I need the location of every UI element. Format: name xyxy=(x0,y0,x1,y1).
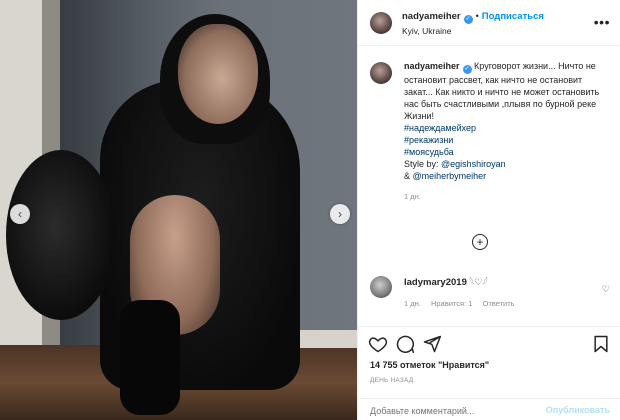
publish-button[interactable]: Опубликовать xyxy=(546,405,610,415)
caption-author-avatar[interactable] xyxy=(370,62,392,84)
commenter-avatar[interactable] xyxy=(370,276,392,298)
post-header: nadyameiher ✓ • Подписаться Kyiv, Ukraine •… xyxy=(358,0,620,46)
next-photo-button[interactable]: › xyxy=(330,204,350,224)
author-avatar[interactable] xyxy=(370,11,392,34)
post-location[interactable]: Kyiv, Ukraine xyxy=(402,24,544,38)
author-info: nadyameiher ✓ • Подписаться Kyiv, Ukraine xyxy=(402,8,544,38)
hashtag-link[interactable]: #надеждамейхер xyxy=(404,122,608,134)
mention-link[interactable]: @meiherbymeiher xyxy=(413,171,487,181)
plus-circle-icon[interactable]: + xyxy=(472,234,488,250)
ampersand-text: & xyxy=(404,171,413,181)
photo-hat xyxy=(6,150,116,320)
chevron-left-icon: ‹ xyxy=(18,207,22,221)
heart-icon[interactable] xyxy=(368,334,388,354)
caption-username[interactable]: nadyameiher xyxy=(404,61,460,71)
style-credit-label: Style by: xyxy=(404,159,442,169)
style-credit-2: & @meiherbymeiher xyxy=(404,170,608,182)
follow-button[interactable]: Подписаться xyxy=(482,11,544,22)
photo-figure-head xyxy=(178,24,258,124)
comment-likes[interactable]: Нравится: 1 xyxy=(431,299,472,308)
comment-like-heart-icon[interactable]: ♡ xyxy=(602,284,610,295)
photo-figure-boot xyxy=(120,300,180,415)
comment-meta: 1 дн. Нравится: 1 Ответить xyxy=(404,298,523,310)
reply-button[interactable]: Ответить xyxy=(482,299,514,308)
comment-bubble-icon[interactable] xyxy=(395,334,415,354)
divider xyxy=(358,326,620,327)
comment-timestamp[interactable]: 1 дн. xyxy=(404,299,421,308)
bookmark-icon[interactable] xyxy=(591,334,611,354)
chevron-right-icon: › xyxy=(338,207,342,221)
previous-photo-button[interactable]: ‹ xyxy=(10,204,30,224)
share-paper-plane-icon[interactable] xyxy=(422,334,442,354)
post-side-panel: nadyameiher ✓ • Подписаться Kyiv, Ukraine •… xyxy=(357,0,620,420)
verified-badge-icon: ✓ xyxy=(462,65,472,74)
post-caption: nadyameiher ✓ Круговорот жизни... Ничто н… xyxy=(358,46,620,203)
instagram-post-modal: ‹ › nadyameiher ✓ • Подписаться Kyiv, Ukrai… xyxy=(0,0,620,420)
hashtag-link[interactable]: #моясудьба xyxy=(404,146,608,158)
mention-link[interactable]: @egishshiroyan xyxy=(441,159,506,169)
comment-text: 𓆩♡𓆪 xyxy=(469,277,488,287)
style-credit: Style by: @egishshiroyan xyxy=(404,158,608,170)
verified-badge-icon: ✓ xyxy=(463,14,473,24)
caption-timestamp[interactable]: 1 дн. xyxy=(404,191,608,203)
hashtag-link[interactable]: #рекажизни xyxy=(404,134,608,146)
post-date[interactable]: ДЕНЬ НАЗАД xyxy=(370,377,413,384)
more-options-icon[interactable]: ••• xyxy=(594,14,610,30)
commenter-username[interactable]: ladymary2019 xyxy=(404,277,467,288)
comment-item: ladymary2019 𓆩♡𓆪 1 дн. Нравится: 1 Ответ… xyxy=(370,276,610,310)
author-username[interactable]: nadyameiher xyxy=(402,11,461,22)
post-photo[interactable]: ‹ › xyxy=(0,0,357,420)
comment-body: ladymary2019 𓆩♡𓆪 1 дн. Нравится: 1 Ответ… xyxy=(404,276,523,310)
caption-body: nadyameiher ✓ Круговорот жизни... Ничто н… xyxy=(404,60,608,203)
divider xyxy=(358,398,620,399)
post-actions-bar xyxy=(368,334,611,354)
separator-dot: • xyxy=(475,10,479,21)
likes-count[interactable]: 14 755 отметок "Нравится" xyxy=(370,360,489,370)
comment-input[interactable] xyxy=(370,406,540,416)
